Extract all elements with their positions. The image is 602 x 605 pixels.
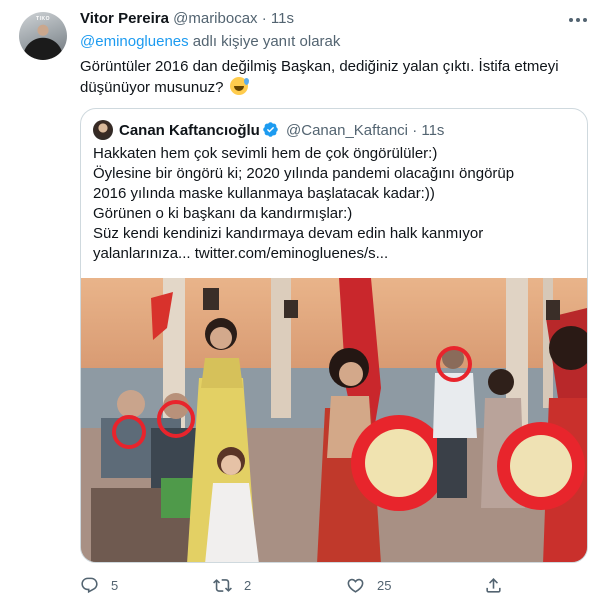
author-avatar[interactable]: TIKO (19, 12, 67, 60)
quoted-line: Görünen o ki başkanı da kandırmışlar:) (93, 205, 353, 222)
retweet-count: 2 (244, 577, 252, 593)
quoted-tweet-time: 11s (421, 122, 445, 139)
quoted-line: Hakkaten hem çok sevimli hem de çok öngö… (93, 145, 438, 162)
quoted-line-with-link[interactable]: yalanlarınıza... twitter.com/eminogluene… (93, 244, 577, 264)
quoted-author-avatar (93, 120, 113, 140)
replying-to: @eminogluenes adlı kişiye yanıt olarak (80, 33, 340, 50)
like-button[interactable]: 25 (346, 574, 391, 596)
tweet-header: Vitor Pereira @maribocax · 11s (80, 10, 294, 30)
author-name[interactable]: Vitor Pereira (80, 10, 169, 27)
quoted-tweet[interactable]: Canan Kaftancıoğlu @Canan_Kaftanci · 11s… (80, 108, 588, 563)
avatar-text: TIKO (36, 16, 50, 22)
heart-icon (347, 578, 364, 593)
verified-badge-icon (263, 122, 278, 137)
author-handle[interactable]: @maribocax (173, 10, 257, 27)
tweet-card[interactable]: TIKO Vitor Pereira @maribocax · 11s @emi… (0, 0, 602, 605)
reply-suffix-text: adlı kişiye yanıt olarak (188, 33, 341, 50)
tweet-body: Görüntüler 2016 dan değilmiş Başkan, ded… (80, 58, 559, 96)
quoted-separator-dot: · (412, 122, 418, 139)
retweet-icon (213, 578, 232, 592)
reply-count: 5 (111, 577, 119, 593)
tweet-actions: 5 2 25 (80, 574, 590, 596)
quoted-tweet-header: Canan Kaftancıoğlu @Canan_Kaftanci · 11s (119, 121, 444, 139)
share-button[interactable] (484, 574, 515, 596)
quoted-tweet-text: Hakkaten hem çok sevimli hem de çok öngö… (93, 144, 577, 264)
quoted-line: Süz kendi kendinizi kandırmaya devam edi… (93, 225, 484, 242)
reply-icon (81, 577, 98, 593)
reply-mention-link[interactable]: @eminogluenes (80, 33, 189, 50)
quoted-author-handle: @Canan_Kaftanci (286, 122, 409, 139)
quoted-line: Öylesine bir öngörü ki; 2020 yılında pan… (93, 165, 515, 182)
quoted-author-name: Canan Kaftancıoğlu (119, 122, 260, 139)
retweet-button[interactable]: 2 (213, 574, 251, 596)
tweet-time[interactable]: 11s (271, 10, 294, 27)
quoted-tweet-photo[interactable] (81, 278, 587, 562)
like-count: 25 (377, 577, 392, 593)
share-icon (486, 577, 501, 593)
quoted-line: 2016 yılında maske kullanmaya başlatacak… (93, 185, 435, 202)
separator-dot: · (261, 10, 267, 27)
sweat-smile-emoji-icon (229, 77, 249, 95)
more-options-icon[interactable] (566, 10, 590, 30)
tweet-text: Görüntüler 2016 dan değilmiş Başkan, ded… (80, 57, 590, 98)
reply-button[interactable]: 5 (80, 574, 118, 596)
photo-illustration (81, 278, 587, 562)
